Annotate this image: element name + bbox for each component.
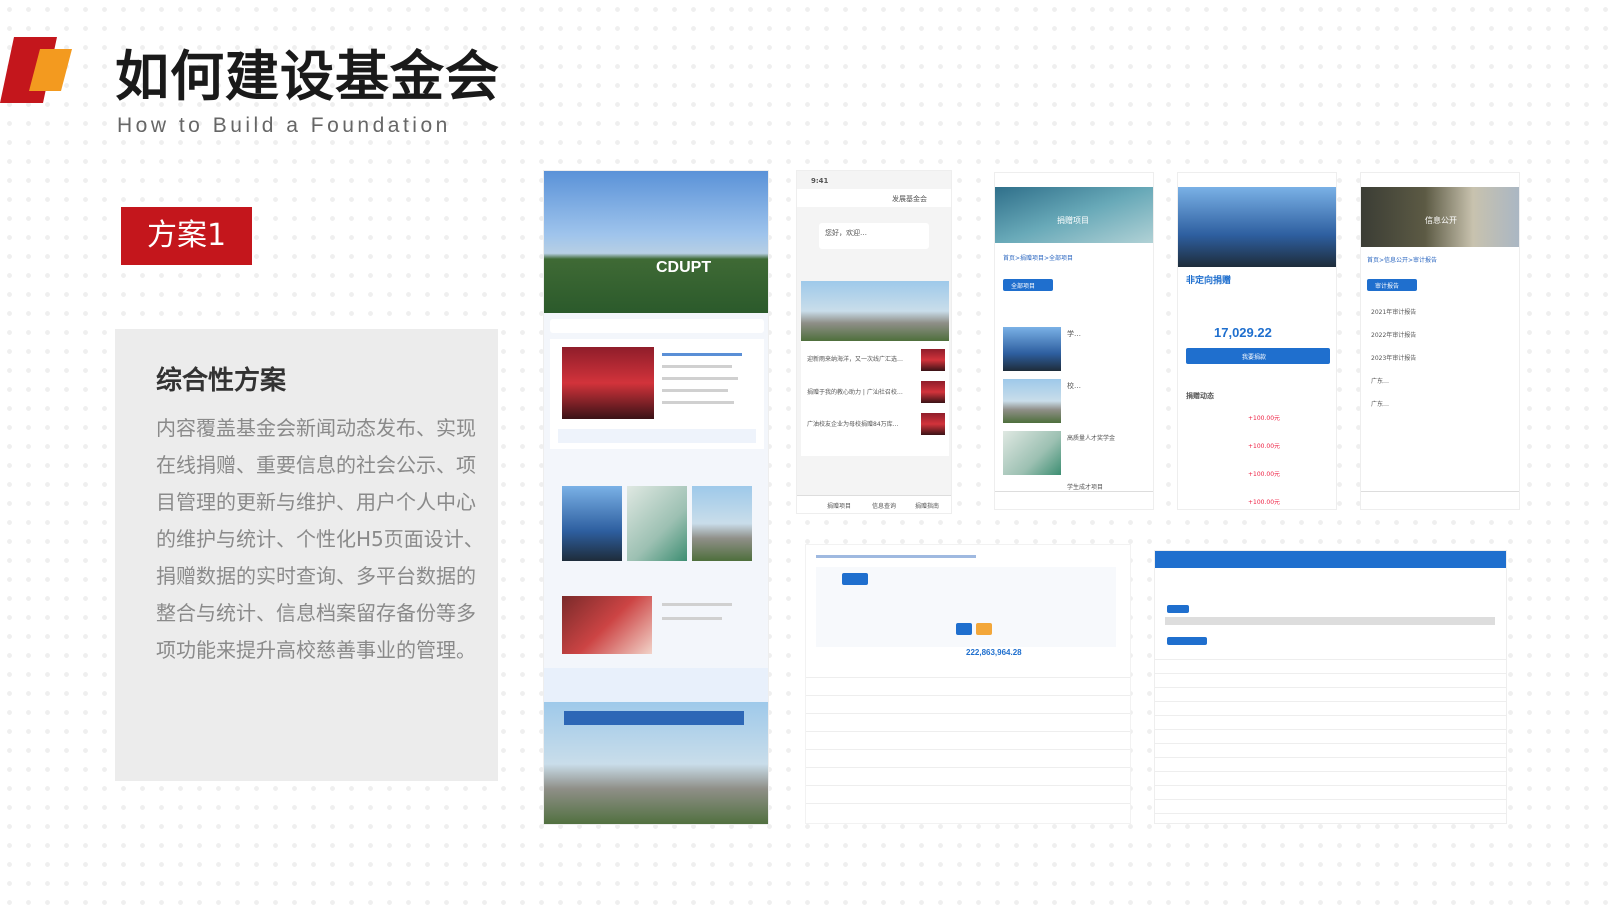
mobile-donate-screenshot: 非定向捐赠 17,029.22 我要捐款 捐赠动态 +100.00元 +100.… xyxy=(1177,172,1337,510)
info-breadcrumb: 首页>信息公开>审计报告 xyxy=(1367,257,1438,264)
donation-amount: +100.00元 xyxy=(1248,499,1281,506)
page-subtitle: How to Build a Foundation xyxy=(117,114,451,137)
notice-bar xyxy=(550,319,764,333)
news-panel xyxy=(550,339,764,449)
project-image-2 xyxy=(627,486,687,561)
menu-query[interactable]: 信息查询 xyxy=(872,501,896,510)
thanks-bar xyxy=(544,668,768,702)
account-name: 发展基金会 xyxy=(892,195,927,203)
donate-button-label: 我要捐款 xyxy=(1242,354,1267,361)
article-card: 迎新雨来纳海洋，又一次线广汇选… 捐赠于我的教心助力 | 广汕社召校… 广油校友… xyxy=(801,281,949,456)
info-item[interactable]: 2021年审计报告 xyxy=(1371,307,1416,316)
project-item-1[interactable]: 学… xyxy=(1067,329,1081,339)
info-item[interactable]: 广东… xyxy=(1371,376,1389,385)
donate-amount: 17,029.22 xyxy=(1214,325,1272,340)
wechat-screenshot: 9:41 发展基金会 您好，欢迎… 迎新雨来纳海洋，又一次线广汇选… 捐赠于我的… xyxy=(796,170,952,514)
menu-donate[interactable]: 捐赠项目 xyxy=(827,501,851,510)
article-1[interactable]: 迎新雨来纳海洋，又一次线广汇选… xyxy=(807,354,903,363)
donation-amount: +100.00元 xyxy=(1248,415,1281,422)
info-item[interactable]: 广东… xyxy=(1371,399,1389,408)
projects-breadcrumb: 首页>捐赠项目>全部项目 xyxy=(1003,255,1074,262)
page-title: 如何建设基金会 xyxy=(115,45,500,108)
description-heading: 综合性方案 xyxy=(156,366,287,396)
plan-badge: 方案1 xyxy=(121,207,252,265)
menu-guide[interactable]: 捐赠指南 xyxy=(915,501,939,510)
description-body: 内容覆盖基金会新闻动态发布、实现在线捐赠、重要信息的社会公示、项目管理的更新与维… xyxy=(156,416,484,662)
info-banner-text: 信息公开 xyxy=(1425,216,1457,225)
greeting-message: 您好，欢迎… xyxy=(825,229,867,237)
project-item-3[interactable]: 高质量人才奖学金 xyxy=(1067,433,1115,442)
banner-text: CDUPT xyxy=(656,259,712,276)
admin-toolbar xyxy=(1155,551,1506,568)
query-total-amount: 222,863,964.28 xyxy=(966,648,1022,657)
donate-title: 非定向捐赠 xyxy=(1186,276,1232,286)
project-image-3 xyxy=(692,486,752,561)
article-3[interactable]: 广油校友企业为母校捐赠84万库… xyxy=(807,419,899,428)
campus-banner-image xyxy=(544,171,768,313)
parallelogram-logo-icon xyxy=(0,37,72,103)
graduation-image xyxy=(1178,187,1336,267)
tab-audit-report[interactable]: 审计报告 xyxy=(1375,281,1399,290)
project-item-2[interactable]: 校… xyxy=(1067,381,1081,391)
status-time: 9:41 xyxy=(811,177,829,185)
mobile-info-screenshot: 信息公开 首页>信息公开>审计报告 审计报告 2021年审计报告 2022年审计… xyxy=(1360,172,1520,510)
info-item[interactable]: 2022年审计报告 xyxy=(1371,330,1416,339)
projects-banner-text: 捐赠项目 xyxy=(1057,216,1089,225)
admin-query-screenshot: 222,863,964.28 xyxy=(805,544,1131,824)
donation-amount: +100.00元 xyxy=(1248,443,1281,450)
project-image-1 xyxy=(562,486,622,561)
donation-feed-heading: 捐赠动态 xyxy=(1186,392,1214,400)
donation-amount: +100.00元 xyxy=(1248,471,1281,478)
article-2[interactable]: 捐赠于我的教心助力 | 广汕社召校… xyxy=(807,387,903,396)
activity-image xyxy=(562,596,652,654)
info-item[interactable]: 2023年审计报告 xyxy=(1371,353,1416,362)
tab-all-projects[interactable]: 全部项目 xyxy=(1011,281,1035,290)
description-card: 综合性方案 内容覆盖基金会新闻动态发布、实现在线捐赠、重要信息的社会公示、项目管… xyxy=(115,329,498,781)
admin-table-screenshot xyxy=(1154,550,1507,824)
project-item-4[interactable]: 学生成才项目 xyxy=(1067,482,1103,491)
mobile-projects-screenshot: 捐赠项目 首页>捐赠项目>全部项目 全部项目 学… 校… 高质量人才奖学金 学生… xyxy=(994,172,1154,510)
website-screenshot: CDUPT xyxy=(543,170,769,825)
news-image xyxy=(562,347,654,419)
